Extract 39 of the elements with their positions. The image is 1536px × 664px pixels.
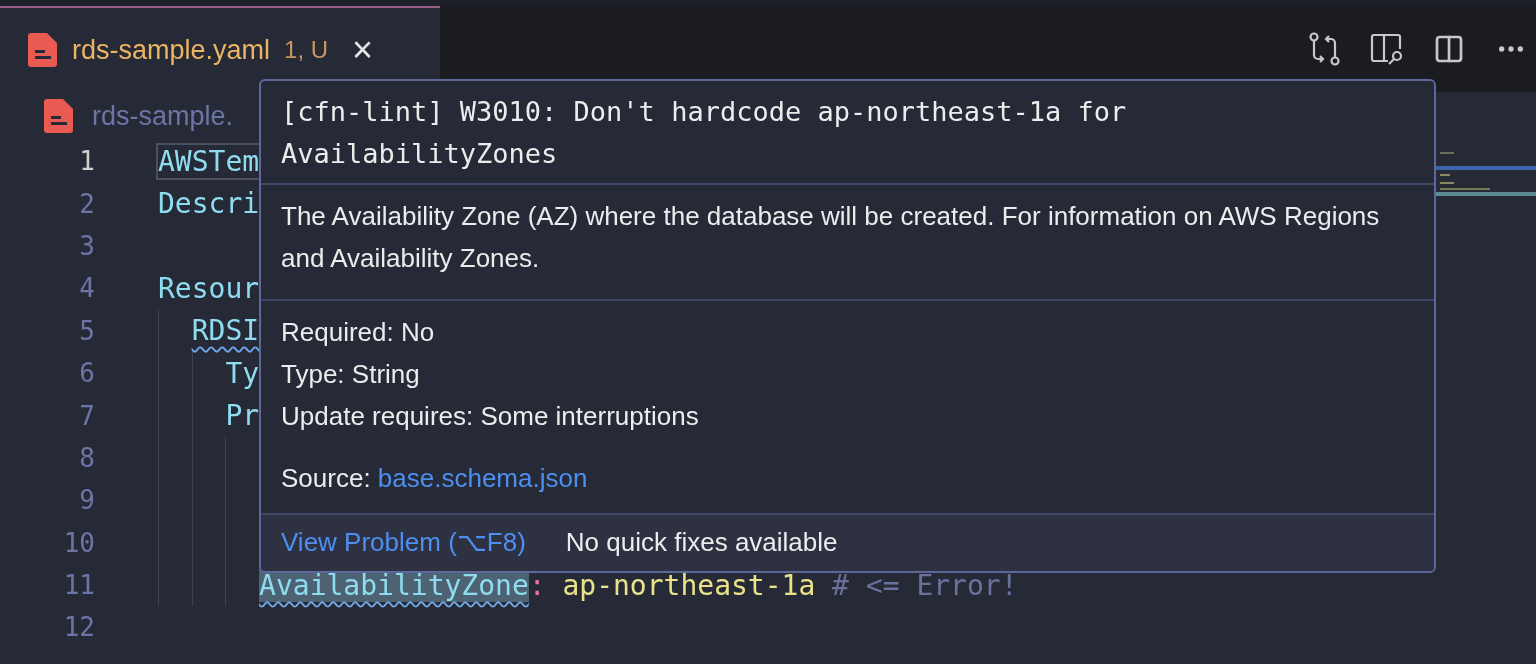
editor-tab[interactable]: rds-sample.yaml 1, U × [0,6,440,92]
code-key: Ty [225,356,260,390]
line-number: 2 [78,188,95,219]
schema-link[interactable]: base.schema.json [377,463,588,493]
close-button[interactable]: × [352,32,374,68]
breadcrumb-file[interactable]: rds-sample. [92,100,234,132]
code-string: ap-northeast-1a [562,568,816,602]
line-number: 3 [78,230,95,261]
source-text: Source: base.schema.json [281,462,589,495]
lint-message: [cfn-lint] W3010: Don't hardcode ap-northeast-1a for AvailabilityZones [281,95,1128,171]
property-detail: Type: String [281,358,421,391]
code-key: Pr [225,399,260,433]
line-number: 12 [62,612,95,643]
file-icon [44,99,74,133]
problem-count: 1, U [284,36,329,64]
line-number: 1 [78,146,95,177]
line-number: 8 [78,442,95,473]
line-number: 10 [62,527,95,558]
code-key: Descri [158,187,260,221]
code-key: Resour [158,271,260,305]
line-number: 9 [78,485,95,516]
code-key: RDSI [191,314,260,348]
code-key: AWSTem [158,144,260,178]
code-comment: # <= Error! [832,568,1018,602]
line-number: 6 [78,358,95,389]
line-number: 5 [78,315,95,346]
tab-filename: rds-sample.yaml [72,34,271,66]
line-number: 4 [78,273,95,304]
property-detail: Required: No [281,316,436,349]
preview-search-icon[interactable] [1370,32,1404,66]
line-number: 11 [62,570,95,601]
quick-fix-status: No quick fixes available [565,526,838,559]
line-number: 7 [78,400,95,431]
property-detail: Update requires: Some interruptions [281,400,700,433]
view-problem-link[interactable]: View Problem (⌥F8) [281,523,526,561]
property-description: The Availability Zone (AZ) where the database will be created. For information on AWS Regions and Availability Zones. [281,200,1381,275]
file-icon [28,33,58,67]
code-colon: : [528,568,546,602]
compare-changes-icon[interactable] [1308,32,1342,66]
